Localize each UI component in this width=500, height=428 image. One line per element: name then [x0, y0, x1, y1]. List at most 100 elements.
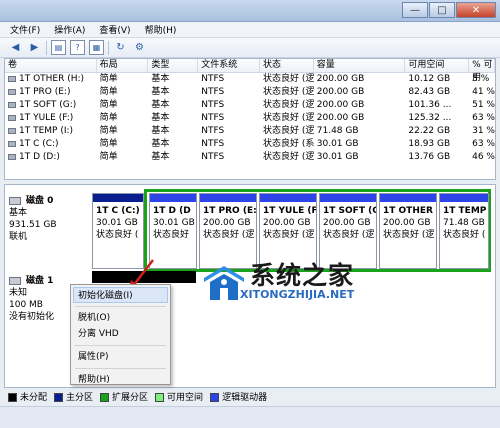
close-button[interactable]: ✕ [456, 2, 496, 18]
partition-title: 1T OTHER [383, 206, 433, 216]
partition-type-bar [150, 194, 196, 202]
partition-status: 状态良好 (逻 [203, 230, 255, 240]
volume-cell: 1T TEMP (I:) [5, 125, 97, 138]
volume-cell: 基本 [151, 152, 170, 162]
back-arrow-icon[interactable]: ◀ [8, 40, 23, 55]
partition-title: 1T C (C:) [96, 206, 140, 216]
menu-item-detach-vhd[interactable]: 分离 VHD [71, 326, 170, 342]
disk-0-label[interactable]: 磁盘 0 基本 931.51 GB 联机 [9, 195, 89, 243]
volume-cell: 简单 [99, 139, 118, 149]
volume-cell: 13.76 GB [408, 152, 451, 162]
partition-type-bar [200, 194, 256, 202]
properties-icon[interactable]: ▤ [51, 40, 66, 55]
menu-item-properties[interactable]: 属性(P) [71, 349, 170, 365]
volume-cell: 31 % [472, 126, 495, 136]
volume-cell: 82.43 GB [408, 87, 451, 97]
volume-cell: 22.22 GB [408, 126, 451, 136]
volume-row[interactable]: 1T YULE (F:) 简单 基本 NTFS 状态良好 (逻...200.00 GB 1… [5, 112, 495, 125]
watermark: 系统之家 XITONGZHIJIA.NET [198, 254, 374, 314]
volume-row[interactable]: 1T D (D:) 简单 基本 NTFS 状态良好 (逻...30.01 GB 13.76… [5, 151, 495, 164]
column-header-filesystem[interactable]: 文件系统 [198, 59, 260, 72]
partition-text: 1T YULE (F 200.00 GB 状态良好 (逻 [260, 202, 316, 241]
partition-block[interactable]: 1T TEMP 71.48 GB 状态良好 ( [439, 193, 489, 269]
column-header-capacity[interactable]: 容量 [314, 59, 406, 72]
drive-icon [8, 101, 16, 108]
partition-size: 200.00 GB [323, 218, 371, 228]
volume-cell: 71.48 GB [316, 126, 359, 136]
partition-block[interactable]: 1T OTHER 200.00 GB 状态良好 (逻 [379, 193, 437, 269]
legend-swatch [54, 392, 64, 402]
legend-item: 主分区 [54, 390, 93, 403]
volume-cell: 基本 [151, 74, 170, 84]
volume-cell: 简单 [99, 87, 118, 97]
volume-rows: 1T OTHER (H:)简单基本NTFS状态良好 (逻...200.00 GB… [5, 73, 495, 164]
forward-arrow-icon[interactable]: ▶ [27, 40, 42, 55]
refresh-icon[interactable]: ↻ [113, 40, 128, 55]
window-controls: — □ ✕ [401, 2, 496, 18]
partition-status: 状态良好 [153, 230, 190, 240]
legend-label: 可用空间 [167, 392, 204, 403]
partition-title: 1T D (D [153, 206, 191, 216]
drive-icon [8, 75, 16, 82]
menu-item-help[interactable]: 帮助(H) [71, 372, 170, 388]
watermark-url: XITONGZHIJIA.NET [240, 288, 355, 301]
menu-view[interactable]: 查看(V) [99, 23, 130, 36]
menu-action[interactable]: 操作(A) [54, 23, 85, 36]
drive-icon [8, 114, 16, 121]
volume-cell: NTFS [201, 152, 225, 162]
volume-cell: 基本 [151, 126, 170, 136]
volume-cell: NTFS [201, 113, 225, 123]
volume-cell: 状态良好 (逻... [262, 152, 314, 162]
legend-swatch [8, 392, 17, 402]
partition-status: 状态良好 (逻 [323, 230, 375, 240]
volume-row[interactable]: 1T TEMP (I:) 简单 基本 NTFS 状态良好 (逻...71.48 GB 22… [5, 125, 495, 138]
menu-file[interactable]: 文件(F) [10, 23, 40, 36]
minimize-icon: — [410, 4, 420, 16]
volume-row[interactable]: 1T SOFT (G:) 简单 基本 NTFS 状态良好 (逻...200.00 GB 1… [5, 99, 495, 112]
column-header-type[interactable]: 类型 [148, 59, 199, 72]
volume-cell: 1T C (C:) [5, 138, 97, 151]
help-icon[interactable]: ? [70, 40, 85, 55]
minimize-button[interactable]: — [402, 2, 428, 18]
partition-type-bar [380, 194, 436, 202]
volume-name: 1T SOFT (G:) [19, 100, 77, 110]
legend-label: 扩展分区 [112, 392, 149, 403]
legend-swatch [100, 392, 110, 402]
title-bar: — □ ✕ [0, 0, 500, 22]
volume-cell: NTFS [201, 139, 225, 149]
toolbar: ◀ ▶ ▤ ? ▦ ↻ ⚙ [0, 38, 500, 58]
volume-cell: 状态良好 (系... [262, 139, 314, 149]
volume-row[interactable]: 1T OTHER (H:) 简单 基本 NTFS 状态良好 (逻...200.00 GB… [5, 73, 495, 86]
volume-name: 1T D (D:) [19, 152, 60, 162]
menu-help[interactable]: 帮助(H) [145, 23, 177, 36]
partition-text: 1T TEMP 71.48 GB 状态良好 ( [440, 202, 488, 241]
disk-0-name: 磁盘 0 [26, 196, 54, 206]
volume-cell: NTFS [201, 126, 225, 136]
column-header-percent-free[interactable]: % 可用 [469, 59, 495, 83]
maximize-button[interactable]: □ [429, 2, 455, 18]
volume-cell: 200.00 GB [316, 74, 365, 84]
volume-row[interactable]: 1T PRO (E:) 简单 基本 NTFS 状态良好 (逻...200.00 GB 82… [5, 86, 495, 99]
volume-cell: 简单 [99, 152, 118, 162]
partition-size: 30.01 GB [153, 218, 195, 228]
column-header-volume[interactable]: 卷 [5, 59, 97, 72]
volume-cell: 200.00 GB [316, 100, 365, 110]
disk-0-status: 联机 [9, 232, 28, 242]
volume-row[interactable]: 1T C (C:) 简单 基本 NTFS 状态良好 (系...30.01 GB 18.93… [5, 138, 495, 151]
menu-item-initialize-disk[interactable]: 初始化磁盘(I) [73, 287, 168, 303]
partition-status: 状态良好 ( [96, 230, 139, 240]
column-header-layout[interactable]: 布局 [97, 59, 149, 72]
legend-item: 未分配 [8, 390, 47, 403]
settings-icon[interactable]: ⚙ [132, 40, 147, 55]
legend-label: 主分区 [66, 392, 94, 403]
column-header-status[interactable]: 状态 [260, 59, 314, 72]
drive-icon [8, 88, 16, 95]
volume-cell: 基本 [151, 139, 170, 149]
disk-list-icon[interactable]: ▦ [89, 40, 104, 55]
drive-icon [8, 140, 16, 147]
column-header-free-space[interactable]: 可用空间 [405, 59, 470, 72]
menu-item-offline[interactable]: 脱机(O) [71, 310, 170, 326]
close-icon: ✕ [471, 4, 481, 16]
partition-text: 1T C (C:) 30.01 GB 状态良好 ( [93, 202, 143, 241]
watermark-logo-icon [204, 266, 244, 300]
